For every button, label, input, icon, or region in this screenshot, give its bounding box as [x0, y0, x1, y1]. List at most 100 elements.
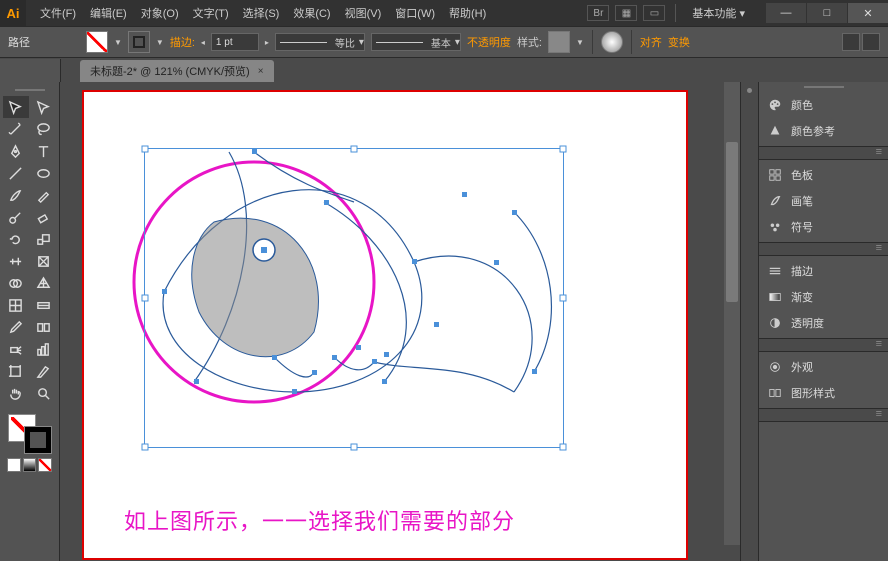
symbol-sprayer-tool[interactable]: [3, 338, 29, 360]
selection-tool[interactable]: [3, 96, 29, 118]
stroke-label[interactable]: 描边:: [170, 34, 195, 50]
type-tool[interactable]: [31, 140, 57, 162]
stroke-color-icon[interactable]: [24, 426, 52, 454]
stroke-swatch[interactable]: [128, 31, 150, 53]
symbols-icon: [767, 219, 783, 235]
artboard-tool[interactable]: [3, 360, 29, 382]
canvas-area[interactable]: 如上图所示，一一选择我们需要的部分: [60, 82, 740, 561]
gradient-tool[interactable]: [31, 294, 57, 316]
recolor-button[interactable]: [601, 31, 623, 53]
menu-view[interactable]: 视图(V): [339, 1, 388, 25]
document-tabs: 未标题-2* @ 121% (CMYK/预览) ×: [0, 58, 888, 82]
width-tool[interactable]: [3, 250, 29, 272]
screen-mode-button[interactable]: ▭: [643, 5, 665, 21]
arrange-docs-button[interactable]: ▦: [615, 5, 637, 21]
palette-icon: [767, 97, 783, 113]
stroke-profile-dropdown[interactable]: 基本 ▾: [371, 33, 461, 51]
rotate-tool[interactable]: [3, 228, 29, 250]
menu-file[interactable]: 文件(F): [34, 1, 82, 25]
hand-tool[interactable]: [3, 382, 29, 404]
color-guide-icon: [767, 123, 783, 139]
opacity-label[interactable]: 不透明度: [467, 34, 511, 50]
perspective-tool[interactable]: [31, 272, 57, 294]
panel-appearance[interactable]: 外观: [759, 354, 888, 380]
menu-window[interactable]: 窗口(W): [389, 1, 441, 25]
pencil-tool[interactable]: [31, 184, 57, 206]
panel-graphic-styles[interactable]: 图形样式: [759, 380, 888, 406]
menu-object[interactable]: 对象(O): [135, 1, 185, 25]
zoom-tool[interactable]: [31, 382, 57, 404]
artboard[interactable]: 如上图所示，一一选择我们需要的部分: [82, 90, 688, 560]
blend-tool[interactable]: [31, 316, 57, 338]
stroke-dec-icon[interactable]: ◂: [201, 38, 205, 47]
right-panel-dock: 颜色 颜色参考 色板 画笔 符号 描边 渐变 透明度 外观 图形样式: [740, 82, 888, 561]
stroke-dropdown-icon[interactable]: ▼: [156, 38, 164, 47]
panel-stroke[interactable]: 描边: [759, 258, 888, 284]
brush-tool[interactable]: [3, 184, 29, 206]
panel-color-guide[interactable]: 颜色参考: [759, 118, 888, 144]
shape-builder-tool[interactable]: [3, 272, 29, 294]
panel-gradient[interactable]: 渐变: [759, 284, 888, 310]
workspace-selector[interactable]: 基本功能 ▾: [686, 5, 751, 21]
window-maximize[interactable]: □: [807, 3, 847, 23]
eraser-tool[interactable]: [31, 206, 57, 228]
document-tab[interactable]: 未标题-2* @ 121% (CMYK/预览) ×: [80, 60, 274, 82]
style-label: 样式:: [517, 34, 542, 50]
menu-edit[interactable]: 编辑(E): [84, 1, 133, 25]
align-label[interactable]: 对齐: [640, 34, 662, 50]
style-swatch[interactable]: [548, 31, 570, 53]
stroke-inc-icon[interactable]: ▸: [265, 38, 269, 47]
selection-type-label: 路径: [8, 34, 30, 50]
slice-tool[interactable]: [31, 360, 57, 382]
panel-transparency[interactable]: 透明度: [759, 310, 888, 336]
fill-stroke-control[interactable]: [8, 414, 52, 454]
panel-brushes[interactable]: 画笔: [759, 188, 888, 214]
menu-help[interactable]: 帮助(H): [443, 1, 492, 25]
brush-icon: [767, 193, 783, 209]
blob-brush-tool[interactable]: [3, 206, 29, 228]
column-graph-tool[interactable]: [31, 338, 57, 360]
scale-tool[interactable]: [31, 228, 57, 250]
style-dropdown-icon[interactable]: ▼: [576, 38, 584, 47]
panel-symbols[interactable]: 符号: [759, 214, 888, 240]
fill-dropdown-icon[interactable]: ▼: [114, 38, 122, 47]
mesh-tool[interactable]: [3, 294, 29, 316]
close-tab-icon[interactable]: ×: [258, 66, 264, 77]
direct-selection-tool[interactable]: [31, 96, 57, 118]
window-close[interactable]: ✕: [848, 3, 888, 23]
lasso-tool[interactable]: [31, 118, 57, 140]
pen-tool[interactable]: [3, 140, 29, 162]
graphic-styles-icon: [767, 385, 783, 401]
annotation-text: 如上图所示，一一选择我们需要的部分: [124, 504, 515, 536]
free-transform-tool[interactable]: [31, 250, 57, 272]
transform-label[interactable]: 变换: [668, 34, 690, 50]
panel-menu-icon[interactable]: [842, 33, 860, 51]
color-mode-icon[interactable]: [7, 458, 21, 472]
stroke-scale-dropdown[interactable]: 等比 ▾: [275, 33, 365, 51]
panel-collapse-icon[interactable]: [862, 33, 880, 51]
menu-select[interactable]: 选择(S): [237, 1, 286, 25]
menu-effect[interactable]: 效果(C): [287, 1, 336, 25]
gradient-icon: [767, 289, 783, 305]
document-tab-title: 未标题-2* @ 121% (CMYK/预览): [90, 63, 250, 79]
stroke-weight-input[interactable]: 1 pt: [211, 33, 259, 51]
window-minimize[interactable]: —: [766, 3, 806, 23]
selection-bounds[interactable]: [144, 148, 564, 448]
none-mode-icon[interactable]: [38, 458, 52, 472]
menu-type[interactable]: 文字(T): [187, 1, 235, 25]
panel-swatches[interactable]: 色板: [759, 162, 888, 188]
stroke-icon: [767, 263, 783, 279]
title-bar: Ai 文件(F) 编辑(E) 对象(O) 文字(T) 选择(S) 效果(C) 视…: [0, 0, 888, 26]
fill-swatch[interactable]: [86, 31, 108, 53]
ellipse-tool[interactable]: [31, 162, 57, 184]
bridge-button[interactable]: Br: [587, 5, 609, 21]
eyedropper-tool[interactable]: [3, 316, 29, 338]
line-tool[interactable]: [3, 162, 29, 184]
gradient-mode-icon[interactable]: [23, 458, 37, 472]
panel-collapse-strip[interactable]: [741, 82, 759, 561]
vertical-scrollbar[interactable]: [724, 82, 740, 545]
appearance-icon: [767, 359, 783, 375]
panel-color[interactable]: 颜色: [759, 92, 888, 118]
app-logo: Ai: [0, 0, 26, 26]
magic-wand-tool[interactable]: [3, 118, 29, 140]
